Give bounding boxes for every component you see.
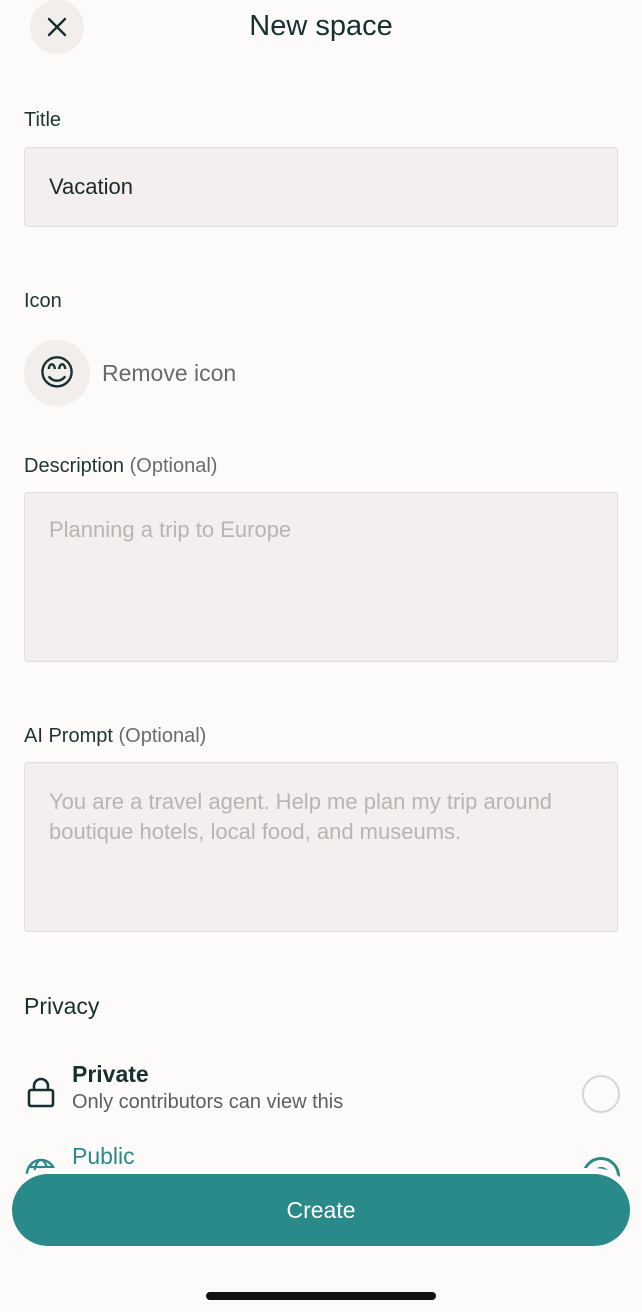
- privacy-option-private[interactable]: Private Only contributors can view this: [24, 1061, 620, 1131]
- description-field[interactable]: [24, 492, 618, 662]
- title-label: Title: [24, 109, 62, 131]
- lock-icon: [27, 1077, 55, 1108]
- ai-prompt-label: AI Prompt (Optional): [24, 725, 206, 748]
- header: New space: [0, 0, 642, 56]
- icon-label: Icon: [24, 290, 62, 312]
- ai-prompt-field[interactable]: [24, 762, 618, 932]
- public-title: Public: [72, 1143, 135, 1169]
- private-radio[interactable]: [582, 1075, 620, 1113]
- description-label-text: Description: [24, 455, 125, 477]
- ai-prompt-optional: (Optional): [118, 725, 207, 747]
- description-optional: (Optional): [129, 455, 218, 477]
- smiling-face-icon: 😊: [38, 352, 76, 393]
- privacy-section-title: Privacy: [24, 993, 100, 1019]
- private-description: Only contributors can view this: [72, 1091, 344, 1113]
- icon-row: 😊 Remove icon: [24, 340, 236, 406]
- page-title: New space: [249, 10, 393, 42]
- ai-prompt-label-text: AI Prompt: [24, 725, 113, 747]
- icon-picker-button[interactable]: 😊: [24, 340, 90, 406]
- remove-icon-button[interactable]: Remove icon: [102, 360, 236, 387]
- home-indicator: [206, 1292, 436, 1300]
- description-label: Description (Optional): [24, 455, 217, 478]
- title-input[interactable]: [24, 147, 618, 227]
- private-title: Private: [72, 1061, 149, 1087]
- create-button[interactable]: Create: [12, 1174, 630, 1246]
